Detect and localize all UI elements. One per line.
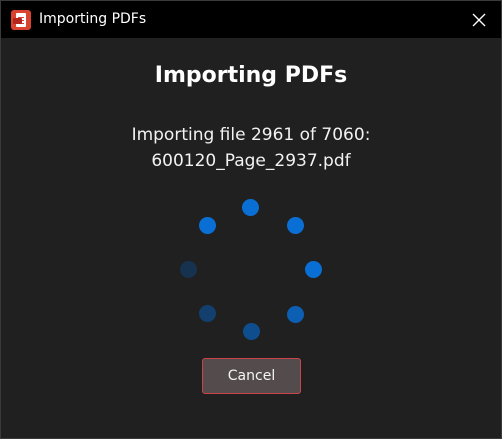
spinner-dot xyxy=(199,305,216,322)
spinner-dot xyxy=(242,199,259,216)
spinner-dot xyxy=(287,306,304,323)
import-dialog-window: Importing PDFs Importing PDFs Importing … xyxy=(0,0,502,439)
spinner-dot xyxy=(180,261,197,278)
window-title: Importing PDFs xyxy=(39,11,147,27)
loading-spinner-icon xyxy=(171,191,331,351)
spinner-dot xyxy=(243,323,260,340)
import-status: Importing file 2961 of 7060: 600120_Page… xyxy=(1,122,501,174)
spinner-dot xyxy=(287,217,304,234)
spinner-dot xyxy=(199,217,216,234)
dialog-heading: Importing PDFs xyxy=(154,63,348,88)
spinner-dot xyxy=(305,261,322,278)
cancel-button[interactable]: Cancel xyxy=(202,358,301,394)
close-button[interactable] xyxy=(465,6,493,34)
import-status-filename: 600120_Page_2937.pdf xyxy=(151,151,351,171)
close-icon xyxy=(472,13,486,27)
import-status-progress: Importing file 2961 of 7060: xyxy=(131,125,371,145)
title-bar[interactable]: Importing PDFs xyxy=(1,1,501,38)
pdf-app-icon xyxy=(11,10,31,30)
